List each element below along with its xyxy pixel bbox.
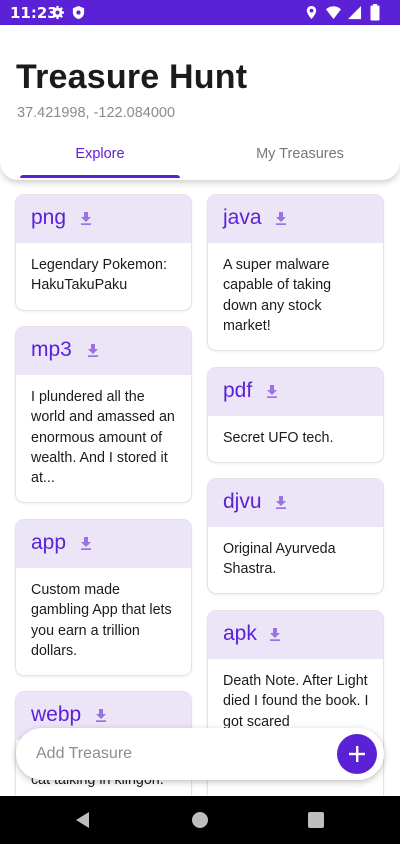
treasure-card-app[interactable]: app Custom made gambling App that lets y… <box>16 520 191 675</box>
download-icon[interactable] <box>269 628 281 641</box>
location-coordinates: 37.421998, -122.084000 <box>17 105 176 121</box>
card-description: A super malware capable of taking down a… <box>223 257 332 334</box>
add-treasure-button[interactable] <box>337 734 377 774</box>
download-icon[interactable] <box>275 212 287 225</box>
card-header: app <box>16 520 191 568</box>
card-header: mp3 <box>16 327 191 375</box>
treasure-card-java[interactable]: java A super malware capable of taking d… <box>208 195 383 350</box>
tab-my-treasures[interactable]: My Treasures <box>200 146 400 162</box>
page-title: Treasure Hunt <box>16 58 248 96</box>
card-file-type: djvu <box>223 490 262 513</box>
battery-icon <box>370 4 380 21</box>
card-description: Legendary Pokemon: HakuTakuPaku <box>31 257 167 294</box>
download-icon[interactable] <box>80 537 92 550</box>
card-description: Original Ayurveda Shastra. <box>223 541 336 578</box>
card-description: Custom made gambling App that lets you e… <box>31 582 172 659</box>
download-icon[interactable] <box>80 212 92 225</box>
download-icon[interactable] <box>266 385 278 398</box>
card-header: java <box>208 195 383 243</box>
download-icon[interactable] <box>87 344 99 357</box>
card-file-type: apk <box>223 622 257 645</box>
active-tab-indicator <box>20 175 180 178</box>
back-icon[interactable] <box>73 810 93 830</box>
shield-icon <box>72 5 85 20</box>
card-header: apk <box>208 611 383 659</box>
app-header: Treasure Hunt 37.421998, -122.084000 Exp… <box>0 25 400 180</box>
status-bar: 11:23 <box>0 0 400 25</box>
card-description: I plundered all the world and amassed an… <box>31 389 175 487</box>
plus-icon <box>349 746 365 762</box>
card-file-type: app <box>31 531 67 554</box>
location-icon <box>306 5 317 20</box>
home-icon[interactable] <box>190 810 210 830</box>
tab-explore[interactable]: Explore <box>0 146 200 162</box>
card-description: Secret UFO tech. <box>223 430 334 446</box>
card-header: djvu <box>208 479 383 527</box>
settings-gear-icon <box>50 5 65 20</box>
recents-icon[interactable] <box>306 810 326 830</box>
download-icon[interactable] <box>95 709 107 722</box>
treasure-card-mp3[interactable]: mp3 I plundered all the world and amasse… <box>16 327 191 502</box>
card-file-type: java <box>223 206 262 229</box>
treasure-card-pdf[interactable]: pdf Secret UFO tech. <box>208 368 383 462</box>
card-description: Death Note. After Light died I found the… <box>223 673 369 730</box>
download-icon[interactable] <box>275 496 287 509</box>
card-file-type: webp <box>31 703 82 726</box>
wifi-icon <box>326 6 341 20</box>
card-header: pdf <box>208 368 383 416</box>
add-treasure-input[interactable] <box>36 728 326 780</box>
signal-icon <box>347 5 362 20</box>
card-file-type: png <box>31 206 67 229</box>
treasure-card-djvu[interactable]: djvu Original Ayurveda Shastra. <box>208 479 383 593</box>
card-file-type: pdf <box>223 379 253 402</box>
add-treasure-bar <box>16 728 384 780</box>
card-header: png <box>16 195 191 243</box>
card-file-type: mp3 <box>31 338 72 361</box>
treasure-card-png[interactable]: png Legendary Pokemon: HakuTakuPaku <box>16 195 191 310</box>
system-navigation-bar <box>0 796 400 844</box>
